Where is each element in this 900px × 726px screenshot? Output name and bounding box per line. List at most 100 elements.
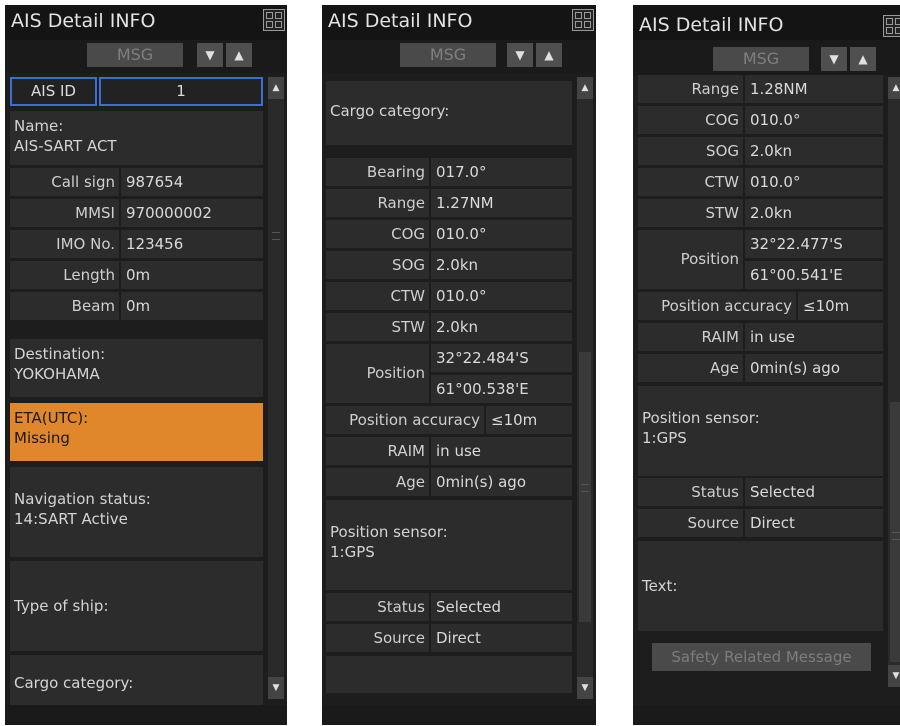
position-label: Position — [326, 344, 429, 403]
scroll-up-icon[interactable]: ▲ — [268, 77, 284, 99]
sog-label: SOG — [638, 137, 743, 165]
latitude-value: 32°22.477'S — [745, 230, 883, 258]
raim-label: RAIM — [326, 437, 429, 465]
nav-status-label: Navigation status: — [14, 490, 151, 508]
cargo-label: Cargo category: — [14, 674, 134, 692]
source-value: Direct — [431, 624, 572, 652]
title-bar: AIS Detail INFO — [633, 5, 900, 40]
status-value: Selected — [745, 478, 883, 506]
scroll-grip-icon — [581, 484, 589, 492]
scroll-grip-icon — [272, 232, 280, 240]
cog-label: COG — [326, 220, 429, 248]
destination-value: YOKOHAMA — [14, 365, 100, 383]
source-label: Source — [326, 624, 429, 652]
stw-label: STW — [638, 199, 743, 227]
status-label: Status — [326, 593, 429, 621]
position-accuracy-label: Position accuracy — [638, 292, 796, 320]
bearing-label: Bearing — [326, 158, 429, 186]
length-label: Length — [10, 261, 119, 289]
raim-value: in use — [431, 437, 572, 465]
sog-value: 2.0kn — [431, 251, 572, 279]
panel-title: AIS Detail INFO — [328, 10, 473, 32]
position-sensor-field: Position sensor: 1:GPS — [638, 386, 883, 476]
raim-label: RAIM — [638, 323, 743, 351]
cargo-field: Cargo category: — [326, 81, 572, 145]
scroll-grip-icon — [892, 532, 900, 540]
info-body: AIS ID 1 Name: AIS-SART ACT Call sign 98… — [5, 73, 287, 705]
stw-value: 2.0kn — [745, 199, 883, 227]
next-down-button[interactable]: ▼ — [197, 43, 223, 67]
scrollbar[interactable]: ▲ ▼ — [577, 77, 593, 699]
text-field: Text: — [638, 541, 883, 631]
empty-row — [326, 656, 572, 693]
name-label: Name: — [14, 117, 64, 135]
ais-id-label: AIS ID — [10, 77, 97, 106]
position-accuracy-value: ≤10m — [486, 406, 572, 434]
beam-label: Beam — [10, 292, 119, 320]
panel-title: AIS Detail INFO — [639, 14, 784, 36]
name-value: AIS-SART ACT — [14, 137, 117, 155]
eta-value: Missing — [14, 429, 70, 447]
beam-value: 0m — [121, 292, 263, 320]
position-label: Position — [638, 230, 743, 289]
latitude-value: 32°22.484'S — [431, 344, 572, 372]
longitude-value: 61°00.541'E — [745, 261, 883, 289]
prev-up-button[interactable]: ▲ — [536, 43, 562, 67]
eta-field: ETA(UTC): Missing — [10, 403, 263, 461]
imo-label: IMO No. — [10, 230, 119, 258]
position-sensor-label: Position sensor: — [330, 523, 448, 541]
longitude-value: 61°00.538'E — [431, 375, 572, 403]
scroll-up-icon[interactable]: ▲ — [888, 77, 900, 99]
msg-button[interactable]: MSG — [713, 47, 809, 71]
sog-label: SOG — [326, 251, 429, 279]
ctw-value: 010.0° — [745, 168, 883, 196]
layout-toggle-icon[interactable] — [263, 9, 285, 31]
title-bar: AIS Detail INFO — [322, 5, 596, 40]
title-bar: AIS Detail INFO — [5, 5, 287, 40]
ais-detail-panel-3: AIS Detail INFO MSG ▼ ▲ Range 1.28NM COG… — [633, 5, 900, 725]
type-of-ship-field: Type of ship: — [10, 561, 263, 651]
call-sign-label: Call sign — [10, 168, 119, 196]
destination-label: Destination: — [14, 345, 106, 363]
source-label: Source — [638, 509, 743, 537]
age-value: 0min(s) ago — [431, 468, 572, 496]
position-sensor-label: Position sensor: — [642, 409, 760, 427]
ais-id-value[interactable]: 1 — [99, 77, 263, 106]
scrollbar[interactable]: ▲ ▼ — [268, 77, 284, 699]
layout-toggle-icon[interactable] — [572, 9, 594, 31]
msg-button[interactable]: MSG — [400, 43, 496, 67]
range-value: 1.27NM — [431, 189, 572, 217]
bearing-value: 017.0° — [431, 158, 572, 186]
msg-button[interactable]: MSG — [87, 43, 183, 67]
status-value: Selected — [431, 593, 572, 621]
nav-status-value: 14:SART Active — [14, 510, 128, 528]
panel-title: AIS Detail INFO — [11, 10, 156, 32]
prev-up-button[interactable]: ▲ — [850, 47, 876, 71]
safety-related-message-button[interactable]: Safety Related Message — [652, 643, 871, 671]
ais-detail-panel-2: AIS Detail INFO MSG ▼ ▲ Cargo category: … — [322, 5, 596, 725]
age-label: Age — [638, 354, 743, 382]
length-value: 0m — [121, 261, 263, 289]
scroll-down-icon[interactable]: ▼ — [888, 665, 900, 687]
source-value: Direct — [745, 509, 883, 537]
next-down-button[interactable]: ▼ — [507, 43, 533, 67]
age-label: Age — [326, 468, 429, 496]
layout-toggle-icon[interactable] — [883, 15, 900, 37]
scroll-down-icon[interactable]: ▼ — [268, 677, 284, 699]
ctw-label: CTW — [638, 168, 743, 196]
scroll-down-icon[interactable]: ▼ — [577, 677, 593, 699]
name-field: Name: AIS-SART ACT — [10, 111, 263, 165]
prev-up-button[interactable]: ▲ — [226, 43, 252, 67]
ctw-value: 010.0° — [431, 282, 572, 310]
status-label: Status — [638, 478, 743, 506]
mmsi-value: 970000002 — [121, 199, 263, 227]
ctw-label: CTW — [326, 282, 429, 310]
scroll-up-icon[interactable]: ▲ — [577, 77, 593, 99]
scrollbar[interactable]: ▲ ▼ — [888, 77, 900, 687]
info-body: Range 1.28NM COG 010.0° SOG 2.0kn CTW 01… — [633, 75, 900, 705]
imo-value: 123456 — [121, 230, 263, 258]
next-down-button[interactable]: ▼ — [821, 47, 847, 71]
cargo-label: Cargo category: — [330, 102, 450, 120]
cog-value: 010.0° — [431, 220, 572, 248]
position-sensor-field: Position sensor: 1:GPS — [326, 500, 572, 590]
